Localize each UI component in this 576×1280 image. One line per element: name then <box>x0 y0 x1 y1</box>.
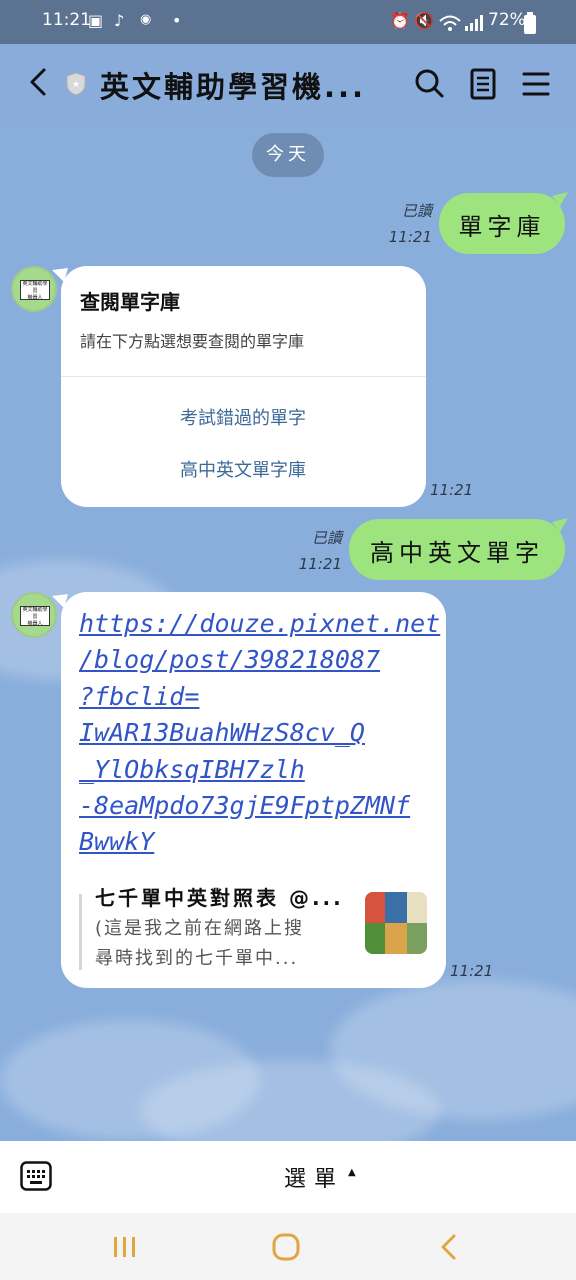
status-time: 11:21 <box>42 10 91 30</box>
url-line: /blog/post/398218087 <box>79 645 381 675</box>
card-option-wrong-words[interactable]: 考試錯過的單字 <box>61 404 425 430</box>
gallery-icon: ▣ <box>88 11 104 30</box>
url-line: https://douze.pixnet.net <box>79 609 441 638</box>
card-subtitle: 請在下方點選想要查閱的單字庫 <box>80 332 305 351</box>
battery-icon <box>524 12 536 34</box>
dot-icon: • <box>172 11 182 30</box>
read-receipt: 已讀 <box>311 529 342 547</box>
message-time: 11:21 <box>430 481 474 499</box>
url-line: _YlObksqIBH7zlh <box>79 754 305 784</box>
recent-apps-icon[interactable] <box>110 1233 140 1261</box>
system-nav-bar <box>0 1213 576 1280</box>
keyboard-icon[interactable] <box>20 1161 52 1191</box>
bot-avatar[interactable]: 英文輔助學習 機器人 <box>11 266 57 312</box>
message-text: 高中英文單字 <box>370 539 544 567</box>
chat-title: 英文輔助學習機... <box>100 70 367 104</box>
bubble-tail <box>52 594 68 608</box>
menu-icon[interactable] <box>516 64 556 104</box>
voicemail-icon: ♪ <box>114 11 125 30</box>
selection-card: 查閱單字庫 請在下方點選想要查閱的單字庫 考試錯過的單字 高中英文單字庫 <box>61 266 426 507</box>
outgoing-message-bubble[interactable]: 單字庫 <box>439 193 565 254</box>
link-preview[interactable]: 七千單中英對照表 @... (這是我之前在網路上搜 尋時找到的七千單中... <box>79 886 429 970</box>
svg-text:★: ★ <box>72 80 80 90</box>
url-line: BwwkY <box>79 827 155 857</box>
message-time: 11:21 <box>388 228 432 246</box>
message-text: 單字庫 <box>458 213 546 241</box>
preview-description: 尋時找到的七千單中... <box>95 948 299 969</box>
outgoing-message-bubble[interactable]: 高中英文單字 <box>349 519 565 580</box>
message-time: 11:21 <box>298 555 342 573</box>
alarm-icon: ⏰ <box>390 11 410 30</box>
chat-header: ★ 英文輔助學習機... <box>0 44 576 124</box>
preview-description: (這是我之前在網路上搜 <box>95 918 305 939</box>
mute-icon: 🔇 <box>414 11 434 30</box>
signal-icon <box>465 15 483 31</box>
message-time: 11:21 <box>450 962 494 980</box>
caret-up-icon: ▲ <box>348 1167 356 1178</box>
menu-label: 選單 <box>284 1167 345 1192</box>
read-receipt: 已讀 <box>401 202 432 220</box>
preview-thumbnail <box>365 892 427 954</box>
battery-percent: 72% <box>488 10 526 30</box>
bubble-tail <box>552 518 568 532</box>
card-divider <box>61 376 426 377</box>
url-link[interactable]: https://douze.pixnet.net /blog/post/3982… <box>79 606 440 861</box>
back-arrow-icon[interactable] <box>22 60 58 104</box>
bot-avatar[interactable]: 英文輔助學習 機器人 <box>11 592 57 638</box>
wifi-icon <box>439 15 461 31</box>
preview-title: 七千單中英對照表 @... <box>95 886 344 910</box>
url-line: ?fbclid= <box>79 681 200 711</box>
link-message-bubble: https://douze.pixnet.net /blog/post/3982… <box>61 592 446 988</box>
line-app-icon: ◉ <box>140 12 152 27</box>
bubble-tail <box>552 192 568 206</box>
search-icon[interactable] <box>410 64 450 104</box>
back-icon[interactable] <box>436 1231 460 1263</box>
status-bar: 11:21 ▣ ♪ ◉ • ⏰ 🔇 72% <box>0 0 576 44</box>
home-icon[interactable] <box>270 1231 302 1263</box>
preview-border <box>79 894 82 970</box>
date-chip: 今天 <box>252 133 324 177</box>
card-option-high-school-words[interactable]: 高中英文單字庫 <box>61 456 425 482</box>
official-account-shield-icon: ★ <box>66 72 86 96</box>
card-title: 查閱單字庫 <box>80 290 180 314</box>
bottom-menu-bar: 選單 ▲ <box>0 1141 576 1213</box>
notes-icon[interactable] <box>463 64 503 104</box>
rich-menu-toggle[interactable]: 選單 ▲ <box>230 1159 360 1195</box>
url-line: -8eaMpdo73gjE9FptpZMNf <box>79 791 411 821</box>
bubble-tail <box>52 268 68 282</box>
url-line: IwAR13BuahWHzS8cv_Q <box>79 718 365 748</box>
